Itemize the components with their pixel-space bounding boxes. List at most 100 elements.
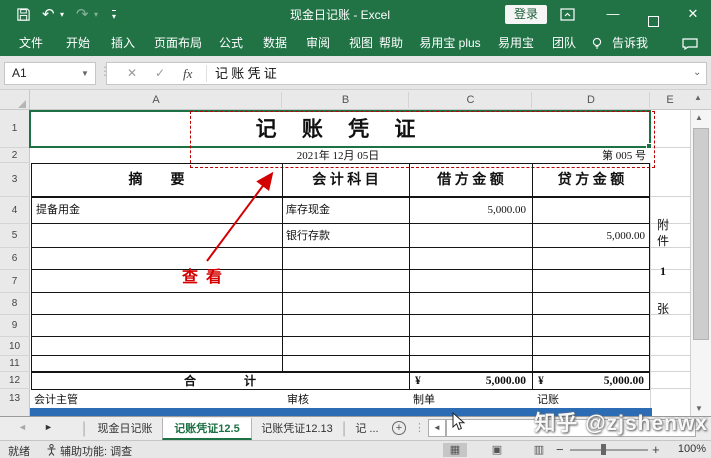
tab-help[interactable]: 帮助 [374,30,408,56]
page-layout-view-button[interactable]: ▣ [485,443,509,457]
page-break-view-button[interactable]: ▥ [527,443,551,457]
cell-account-row1[interactable]: 库存现金 [286,199,330,222]
fx-icon[interactable]: fx [183,63,192,84]
scroll-up-icon[interactable]: ▲ [695,113,703,122]
tab-view[interactable]: 视图 [344,30,378,56]
sheet-tab-truncated[interactable]: 记 ... [348,418,386,440]
save-icon[interactable] [16,7,31,23]
attachment-char-4: 张 [654,300,672,317]
tab-formulas[interactable]: 公式 [214,30,248,56]
signoff-reviewer[interactable]: 审核 [287,391,309,407]
signoff-preparer[interactable]: 制单 [413,391,435,407]
tell-me-label[interactable]: 告诉我 [608,30,652,56]
row-header-8[interactable]: 8 [0,293,29,315]
tab-home[interactable]: 开始 [61,30,95,56]
sheet-tab-voucher-12-5[interactable]: 记账凭证12.5 [162,418,252,440]
redo-button[interactable]: ↷ [76,0,89,30]
sheet-tab-cash-journal[interactable]: 现金日记账 [88,418,162,440]
redo-dropdown-icon[interactable]: ▾ [94,0,98,30]
vertical-scrollbar[interactable]: ▲ ▼ [690,110,711,417]
total-label-cell[interactable]: 合 计 [31,373,409,389]
row-header-12[interactable]: 12 [0,372,29,389]
hscroll-left-button[interactable]: ◄ [428,419,446,437]
tab-insert[interactable]: 插入 [106,30,140,56]
zoom-slider-thumb[interactable] [601,444,606,455]
tab-data[interactable]: 数据 [258,30,292,56]
row-header-13[interactable]: 13 [0,389,29,408]
attachment-char-2: 件 [654,232,672,249]
close-button[interactable]: ✕ [678,0,708,30]
total-debit-value: 5,000.00 [486,373,526,389]
cell-debit-row1[interactable]: 5,000.00 [409,199,526,222]
select-all-triangle-icon [18,100,26,108]
formula-bar-strip: A1 ▼ ⋮ ✕ ✓ fx 记 账 凭 证 ⌄ [0,56,711,90]
zoom-out-button[interactable]: − [556,442,564,457]
customize-qat-icon[interactable]: ▾ [112,10,116,21]
undo-dropdown-icon[interactable]: ▾ [60,0,64,30]
cell-account-row2[interactable]: 银行存款 [286,226,330,246]
row-header-6[interactable]: 6 [0,248,29,270]
cell-summary-row1[interactable]: 提备用金 [36,199,80,222]
total-debit-cell[interactable]: ¥ 5,000.00 [409,373,532,389]
column-header-b[interactable]: B [282,90,409,110]
tab-page-layout[interactable]: 页面布局 [150,30,206,56]
row-header-9[interactable]: 9 [0,315,29,337]
formula-content: 记 账 凭 证 [215,63,277,84]
sheet-tab-voucher-12-13[interactable]: 记账凭证12.13 [254,418,340,440]
column-header-d[interactable]: D [532,90,650,110]
column-header-e[interactable]: E [650,90,690,110]
zoom-slider-track[interactable] [570,449,648,451]
row-header-5[interactable]: 5 [0,224,29,248]
signoff-supervisor[interactable]: 会计主管 [34,391,78,407]
header-account[interactable]: 会 计 科 目 [282,167,409,195]
cancel-icon[interactable]: ✕ [127,63,137,84]
sheet-nav-right-icon[interactable]: ► [44,422,53,432]
row-header-4[interactable]: 4 [0,197,29,224]
minimize-button[interactable]: — [598,0,628,30]
name-box-dropdown-icon[interactable]: ▼ [81,63,89,84]
row-header-10[interactable]: 10 [0,337,29,356]
row-header-2[interactable]: 2 [0,148,29,163]
undo-button[interactable]: ↶ [42,0,55,30]
row-header-7[interactable]: 7 [0,270,29,293]
select-all-corner[interactable] [0,90,30,110]
tab-yiyongbao-plus[interactable]: 易用宝 plus [418,30,482,56]
tab-review[interactable]: 审阅 [301,30,335,56]
tab-team[interactable]: 团队 [546,30,582,56]
total-credit-value: 5,000.00 [604,373,644,389]
scroll-up-top-icon[interactable]: ▲ [694,93,702,102]
cell-credit-row2[interactable]: 5,000.00 [532,226,645,246]
normal-view-button[interactable]: ▦ [443,443,467,457]
comment-icon[interactable] [682,38,698,50]
sheet-nav-left-icon[interactable]: ◄ [18,422,27,432]
row-header-11[interactable]: 11 [0,356,29,372]
ribbon-display-options-icon[interactable] [560,8,575,22]
zoom-in-button[interactable]: + [652,442,660,457]
header-credit[interactable]: 贷 方 金 额 [532,167,650,195]
voucher-date-cell[interactable]: 2021年 12月 05日 [190,149,486,163]
formula-bar[interactable]: ✕ ✓ fx 记 账 凭 证 ⌄ [106,62,707,85]
new-sheet-button[interactable]: + [392,421,406,435]
annotation-label: 查 看 [182,263,224,287]
signoff-bookkeeper[interactable]: 记账 [537,391,559,407]
voucher-number-cell[interactable]: 第 005 号 [540,149,646,163]
zoom-level[interactable]: 100% [666,443,706,455]
voucher-title-cell[interactable]: 记 账 凭 证 [31,112,650,146]
row-header-1[interactable]: 1 [0,110,29,148]
tab-file[interactable]: 文件 [14,30,48,56]
enter-icon[interactable]: ✓ [155,63,165,84]
vertical-scroll-thumb[interactable] [693,128,709,340]
expand-formula-bar-icon[interactable]: ⌄ [693,63,701,84]
name-box[interactable]: A1 ▼ [4,62,96,85]
total-credit-cell[interactable]: ¥ 5,000.00 [532,373,650,389]
column-header-c[interactable]: C [409,90,532,110]
header-debit[interactable]: 借 方 金 额 [409,167,532,195]
lightbulb-icon [591,37,603,50]
column-header-a[interactable]: A [30,90,282,110]
accessibility-status[interactable]: 辅助功能: 调查 [60,443,132,458]
header-summary[interactable]: 摘 要 [31,167,282,195]
row-header-3[interactable]: 3 [0,163,29,197]
tab-yiyongbao[interactable]: 易用宝 [494,30,538,56]
sign-in-button[interactable]: 登录 [505,5,547,24]
mouse-cursor [452,412,466,432]
